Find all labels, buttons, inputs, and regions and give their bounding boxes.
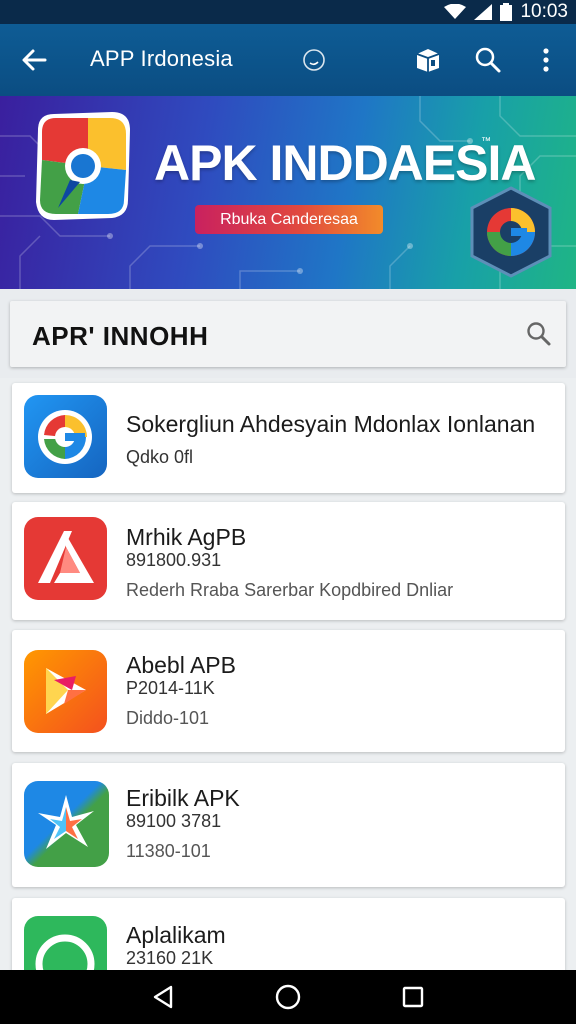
app-name: Aplalikam bbox=[126, 922, 226, 948]
a-red-icon bbox=[24, 517, 107, 600]
app-meta: Qdko 0fl bbox=[126, 447, 194, 467]
wifi-icon bbox=[444, 4, 467, 19]
status-bar: 10:03 bbox=[0, 0, 576, 24]
app-description: 11380-101 bbox=[126, 841, 211, 861]
back-button[interactable] bbox=[0, 24, 68, 96]
nav-back-button[interactable] bbox=[143, 977, 183, 1017]
play-orange-icon bbox=[24, 650, 107, 733]
app-name: Sokergliun Ahdesyain Mdonlax Ionlanan bbox=[126, 411, 536, 437]
app-description: Rederh Rraba Sarerbar Kopdbired Dnliar bbox=[126, 580, 454, 600]
list-item[interactable]: Eribilk APK 89100 3781 11380-101 bbox=[12, 763, 565, 887]
search-circle-icon bbox=[303, 49, 325, 71]
search-button[interactable] bbox=[470, 42, 506, 78]
search-icon[interactable] bbox=[526, 321, 552, 347]
overflow-menu-button[interactable] bbox=[528, 42, 564, 78]
back-triangle-icon bbox=[153, 985, 172, 1009]
app-meta: 891800.931 bbox=[126, 550, 222, 570]
list-item[interactable]: Sokergliun Ahdesyain Mdonlax Ionlanan Qd… bbox=[12, 383, 565, 493]
app-name: Eribilk APK bbox=[126, 785, 240, 811]
app-name: Abebl APB bbox=[126, 652, 236, 678]
more-vert-icon bbox=[543, 48, 549, 72]
app-meta: 89100 3781 bbox=[126, 811, 222, 831]
star-blue-green-icon bbox=[24, 781, 109, 867]
section-search-header[interactable]: APR' INNOHH bbox=[10, 301, 566, 367]
status-time: 10:03 bbox=[520, 1, 568, 22]
circle-green-icon bbox=[24, 916, 107, 978]
app-meta: P2014-11K bbox=[126, 678, 215, 698]
app-description: Diddo-101 bbox=[126, 708, 210, 728]
battery-icon bbox=[500, 3, 513, 21]
g-blue-icon bbox=[24, 395, 107, 478]
nav-home-button[interactable] bbox=[268, 977, 308, 1017]
list-item[interactable]: Mrhik AgPB 891800.931 Rederh Rraba Sarer… bbox=[12, 502, 565, 620]
back-arrow-icon bbox=[22, 49, 47, 71]
app-bar: APP Irdonesia bbox=[0, 24, 576, 96]
signal-icon bbox=[474, 4, 493, 20]
trademark-mark: ™ bbox=[481, 136, 491, 147]
recents-square-icon bbox=[403, 986, 424, 1008]
package-button[interactable] bbox=[410, 42, 446, 78]
nav-recents-button[interactable] bbox=[393, 977, 433, 1017]
app-title: APP Irdonesia bbox=[90, 46, 233, 71]
banner-headline: APK INDDAESIA bbox=[154, 135, 536, 191]
list-item[interactable]: Aplalikam 23160 21K bbox=[12, 898, 565, 978]
list-item[interactable]: Abebl APB P2014-11K Diddo-101 bbox=[12, 630, 565, 752]
system-nav-bar bbox=[0, 970, 576, 1024]
app-meta: 23160 21K bbox=[126, 948, 214, 968]
promo-banner[interactable]: APK INDDAESIA ™ Rbuka Canderesaa bbox=[0, 96, 576, 289]
box-icon bbox=[416, 49, 440, 72]
home-circle-icon bbox=[275, 984, 301, 1010]
lens-button[interactable] bbox=[296, 42, 332, 78]
app-name: Mrhik AgPB bbox=[126, 524, 247, 550]
chrome-like-logo-icon bbox=[36, 112, 130, 220]
section-title: APR' INNOHH bbox=[32, 321, 209, 351]
banner-cta-button[interactable]: Rbuka Canderesaa bbox=[195, 205, 383, 234]
g-hexagon-logo-icon bbox=[470, 186, 552, 278]
search-icon bbox=[475, 47, 501, 73]
